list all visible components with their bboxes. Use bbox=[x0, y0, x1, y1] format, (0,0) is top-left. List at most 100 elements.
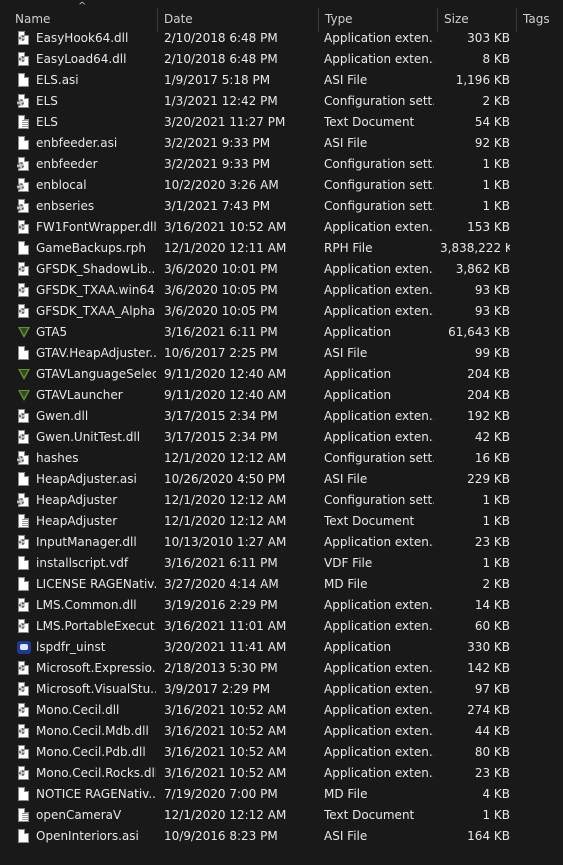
generic-file-icon bbox=[17, 829, 31, 844]
file-row[interactable]: enbfeeder 3/2/2021 9:33 PM Configuration s… bbox=[0, 154, 563, 175]
file-row[interactable]: Mono.Cecil.dll 3/16/2021 10:52 AM Applicat… bbox=[0, 700, 563, 721]
file-size: 1 KB bbox=[482, 178, 510, 192]
generic-file-icon bbox=[17, 787, 31, 802]
file-size: 2 KB bbox=[482, 577, 510, 591]
file-size: 42 KB bbox=[474, 430, 510, 444]
text-file-icon bbox=[17, 514, 31, 529]
file-size: 80 KB bbox=[474, 745, 510, 759]
file-row[interactable]: GTAVLauncher 9/11/2020 12:40 AM Applicatio… bbox=[0, 385, 563, 406]
file-row[interactable]: openCameraV 12/1/2020 12:12 AM Text Docume… bbox=[0, 805, 563, 826]
generic-file-icon bbox=[17, 241, 31, 256]
file-type: Application exten... bbox=[324, 220, 434, 234]
file-row[interactable]: GTAVLanguageSelect 9/11/2020 12:40 AM Appl… bbox=[0, 364, 563, 385]
file-row[interactable]: HeapAdjuster.asi 10/26/2020 4:50 PM ASI Fi… bbox=[0, 469, 563, 490]
file-row[interactable]: Microsoft.VisualStu... 3/9/2017 2:29 PM Ap… bbox=[0, 679, 563, 700]
file-type: Application exten... bbox=[324, 745, 434, 759]
file-row[interactable]: OpenInteriors.asi 10/9/2016 8:23 PM ASI Fi… bbox=[0, 826, 563, 847]
file-row[interactable]: LICENSE RAGENativ... 3/27/2020 4:14 AM MD … bbox=[0, 574, 563, 595]
file-size: 3,838,222 KB bbox=[440, 241, 510, 255]
file-size: 1 KB bbox=[482, 157, 510, 171]
file-row[interactable]: InputManager.dll 10/13/2010 1:27 AM Applic… bbox=[0, 532, 563, 553]
file-type: Configuration sett... bbox=[324, 199, 434, 213]
file-name: Mono.Cecil.Mdb.dll bbox=[36, 724, 149, 738]
file-date: 2/10/2018 6:48 PM bbox=[164, 31, 278, 45]
file-row[interactable]: GFSDK_TXAA.win64.... 3/6/2020 10:05 PM App… bbox=[0, 280, 563, 301]
file-row[interactable]: ELS 3/20/2021 11:27 PM Text Document 54 KB bbox=[0, 112, 563, 133]
file-name: Microsoft.VisualStu... bbox=[36, 682, 156, 696]
generic-file-icon bbox=[17, 577, 31, 592]
file-name: LMS.PortableExecut... bbox=[36, 619, 156, 633]
file-size: 23 KB bbox=[474, 766, 510, 780]
config-file-icon bbox=[17, 451, 31, 466]
file-row[interactable]: GFSDK_TXAA_Alpha.... 3/6/2020 10:05 PM App… bbox=[0, 301, 563, 322]
file-size: 1 KB bbox=[482, 199, 510, 213]
file-row[interactable]: HeapAdjuster 12/1/2020 12:12 AM Text Docum… bbox=[0, 511, 563, 532]
file-row[interactable]: EasyLoad64.dll 2/10/2018 6:48 PM Applicati… bbox=[0, 49, 563, 70]
file-row[interactable]: GTA5 3/16/2021 6:11 PM Application 61,643 K… bbox=[0, 322, 563, 343]
dll-file-icon bbox=[17, 535, 31, 550]
file-size: 16 KB bbox=[474, 451, 510, 465]
file-row[interactable]: EasyHook64.dll 2/10/2018 6:48 PM Applicati… bbox=[0, 28, 563, 49]
file-date: 3/1/2021 7:43 PM bbox=[164, 199, 271, 213]
file-row[interactable]: enbfeeder.asi 3/2/2021 9:33 PM ASI File 92 … bbox=[0, 133, 563, 154]
file-size: 93 KB bbox=[474, 283, 510, 297]
file-row[interactable]: Mono.Cecil.Pdb.dll 3/16/2021 10:52 AM Appl… bbox=[0, 742, 563, 763]
file-row[interactable]: FW1FontWrapper.dll 3/16/2021 10:52 AM Appl… bbox=[0, 217, 563, 238]
file-row[interactable]: GameBackups.rph 12/1/2020 12:11 AM RPH Fil… bbox=[0, 238, 563, 259]
file-row[interactable]: Gwen.UnitTest.dll 3/17/2015 2:34 PM Applic… bbox=[0, 427, 563, 448]
file-row[interactable]: lspdfr_uinst 3/20/2021 11:41 AM Applicatio… bbox=[0, 637, 563, 658]
file-type: Text Document bbox=[324, 808, 415, 822]
file-size: 164 KB bbox=[467, 829, 510, 843]
file-size: 1 KB bbox=[482, 493, 510, 507]
file-date: 12/1/2020 12:11 AM bbox=[164, 241, 287, 255]
file-type: ASI File bbox=[324, 346, 368, 360]
dll-file-icon bbox=[17, 220, 31, 235]
file-name: HeapAdjuster bbox=[36, 514, 118, 528]
file-name: Gwen.UnitTest.dll bbox=[36, 430, 141, 444]
file-row[interactable]: LMS.PortableExecut... 3/16/2021 11:01 AM A… bbox=[0, 616, 563, 637]
file-type: Application exten... bbox=[324, 304, 434, 318]
file-size: 60 KB bbox=[474, 619, 510, 633]
file-date: 3/16/2021 10:52 AM bbox=[164, 703, 287, 717]
file-date: 3/6/2020 10:01 PM bbox=[164, 262, 278, 276]
file-name: GFSDK_TXAA.win64.... bbox=[36, 283, 156, 297]
generic-file-icon bbox=[17, 136, 31, 151]
file-size: 2 KB bbox=[482, 94, 510, 108]
file-type: Application exten... bbox=[324, 31, 434, 45]
file-row[interactable]: ELS.asi 1/9/2017 5:18 PM ASI File 1,196 KB bbox=[0, 70, 563, 91]
file-row[interactable]: LMS.Common.dll 3/19/2016 2:29 PM Applicati… bbox=[0, 595, 563, 616]
file-row[interactable]: Mono.Cecil.Rocks.dll 3/16/2021 10:52 AM Ap… bbox=[0, 763, 563, 784]
dll-file-icon bbox=[17, 598, 31, 613]
file-type: VDF File bbox=[324, 556, 373, 570]
dll-file-icon bbox=[17, 619, 31, 634]
file-row[interactable]: installscript.vdf 3/16/2021 6:11 PM VDF Fi… bbox=[0, 553, 563, 574]
file-row[interactable]: Microsoft.Expressio... 2/18/2013 5:30 PM A… bbox=[0, 658, 563, 679]
file-date: 2/18/2013 5:30 PM bbox=[164, 661, 278, 675]
dll-file-icon bbox=[17, 661, 31, 676]
file-row[interactable]: enbseries 3/1/2021 7:43 PM Configuration s… bbox=[0, 196, 563, 217]
file-row[interactable]: hashes 12/1/2020 12:12 AM Configuration se… bbox=[0, 448, 563, 469]
file-row[interactable]: Mono.Cecil.Mdb.dll 3/16/2021 10:52 AM Appl… bbox=[0, 721, 563, 742]
file-row[interactable]: NOTICE RAGENativ... 7/19/2020 7:00 PM MD F… bbox=[0, 784, 563, 805]
file-row[interactable]: ELS 1/3/2021 12:42 PM Configuration sett..… bbox=[0, 91, 563, 112]
config-file-icon bbox=[17, 199, 31, 214]
file-name: ELS bbox=[36, 115, 58, 129]
file-row[interactable]: HeapAdjuster 12/1/2020 12:12 AM Configurat… bbox=[0, 490, 563, 511]
file-name: InputManager.dll bbox=[36, 535, 137, 549]
file-date: 1/9/2017 5:18 PM bbox=[164, 73, 271, 87]
gta-app-icon bbox=[17, 325, 31, 340]
file-name: EasyLoad64.dll bbox=[36, 52, 127, 66]
file-row[interactable]: enblocal 10/2/2020 3:26 AM Configuration s… bbox=[0, 175, 563, 196]
file-size: 229 KB bbox=[467, 472, 510, 486]
file-row[interactable]: GTAV.HeapAdjuster.... 10/6/2017 2:25 PM AS… bbox=[0, 343, 563, 364]
file-name: ELS.asi bbox=[36, 73, 79, 87]
dll-file-icon bbox=[17, 304, 31, 319]
text-file-icon bbox=[17, 808, 31, 823]
file-row[interactable]: Gwen.dll 3/17/2015 2:34 PM Application ext… bbox=[0, 406, 563, 427]
file-name: Gwen.dll bbox=[36, 409, 89, 423]
file-date: 12/1/2020 12:12 AM bbox=[164, 514, 287, 528]
file-name: GTA5 bbox=[36, 325, 68, 339]
file-row[interactable]: GFSDK_ShadowLib.... 3/6/2020 10:01 PM Appl… bbox=[0, 259, 563, 280]
dll-file-icon bbox=[17, 409, 31, 424]
file-date: 3/16/2021 10:52 AM bbox=[164, 766, 287, 780]
